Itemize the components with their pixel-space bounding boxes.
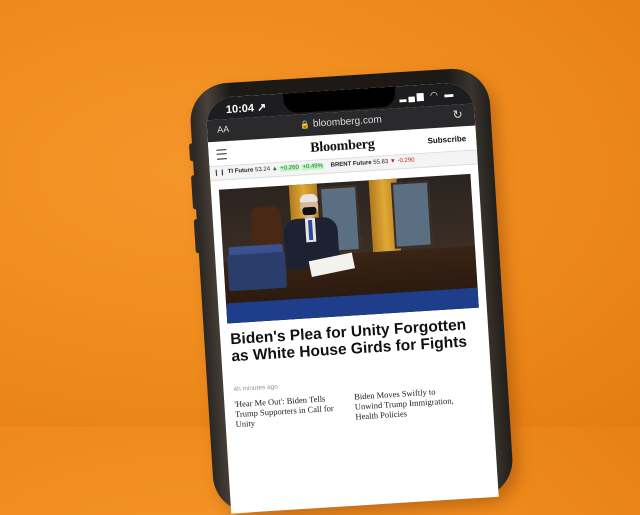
article-timestamp: 4h minutes ago (233, 383, 279, 394)
pause-icon[interactable] (215, 169, 224, 176)
mute-switch (188, 143, 196, 162)
phone-screen: 10:04 ↗ ▂▄▆ ◠ ▬ AA 🔒 bloomberg.com ↻ Bloo… (205, 81, 499, 514)
window (390, 180, 433, 249)
ticker-name: BRENT Future (330, 160, 372, 169)
face-mask (302, 206, 317, 216)
folder-stack (227, 251, 288, 292)
related-story-link[interactable]: Biden Moves Swiftly to Unwind Trump Immi… (354, 385, 464, 422)
clock: 10:04 ↗ (225, 101, 267, 117)
hero-photo[interactable] (218, 173, 479, 324)
ticker-percent: +0.49% (301, 163, 325, 171)
ticker-value: 55.83 (373, 159, 389, 166)
signal-wifi-battery-icon: ▂▄▆ ◠ ▬ (399, 88, 456, 103)
related-story-link[interactable]: 'Hear Me Out': Biden Tells Trump Support… (234, 392, 344, 429)
hair (299, 193, 318, 203)
ticker-down-icon: ▼ (389, 158, 397, 165)
smartphone: 10:04 ↗ ▂▄▆ ◠ ▬ AA 🔒 bloomberg.com ↻ Bloo… (188, 66, 515, 515)
article-headline[interactable]: Biden's Plea for Unity Forgotten as Whit… (230, 316, 482, 365)
ticker-change: -0.290 (397, 157, 415, 165)
ticker-value: 53.24 (254, 166, 271, 174)
ticker-name: TI Future (227, 167, 254, 176)
reload-icon[interactable]: ↻ (452, 107, 463, 122)
ticker-change: +0.260 (279, 164, 301, 172)
url-text: bloomberg.com (312, 114, 383, 130)
lock-icon: 🔒 (299, 119, 311, 130)
location-arrow-icon: ↗ (256, 101, 267, 115)
ticker-up-icon: ▲ (271, 165, 278, 173)
chair (250, 205, 283, 248)
